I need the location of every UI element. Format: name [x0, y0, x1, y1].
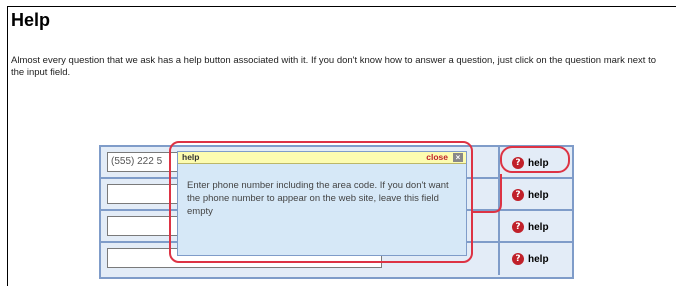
intro-paragraph: Almost every question that we ask has a …	[11, 55, 656, 78]
top-divider	[7, 6, 676, 7]
callout-highlight-popup	[169, 141, 473, 263]
help-page: Help Almost every question that we ask h…	[0, 0, 676, 286]
help-cell: ? help	[500, 211, 572, 241]
help-cell: ? help	[500, 243, 572, 275]
callout-connector-line	[473, 174, 502, 213]
help-button-label: help	[528, 189, 549, 201]
help-button[interactable]: ? help	[512, 188, 549, 202]
help-button-label: help	[528, 253, 549, 265]
help-button[interactable]: ? help	[512, 220, 549, 234]
question-mark-icon: ?	[512, 189, 524, 201]
help-button-label: help	[528, 221, 549, 233]
question-mark-icon: ?	[512, 221, 524, 233]
help-cell: ? help	[500, 179, 572, 209]
page-title: Help	[11, 10, 51, 30]
help-button[interactable]: ? help	[512, 252, 549, 266]
left-divider	[7, 6, 8, 286]
question-mark-icon: ?	[512, 253, 524, 265]
callout-highlight-help-button	[500, 146, 570, 173]
